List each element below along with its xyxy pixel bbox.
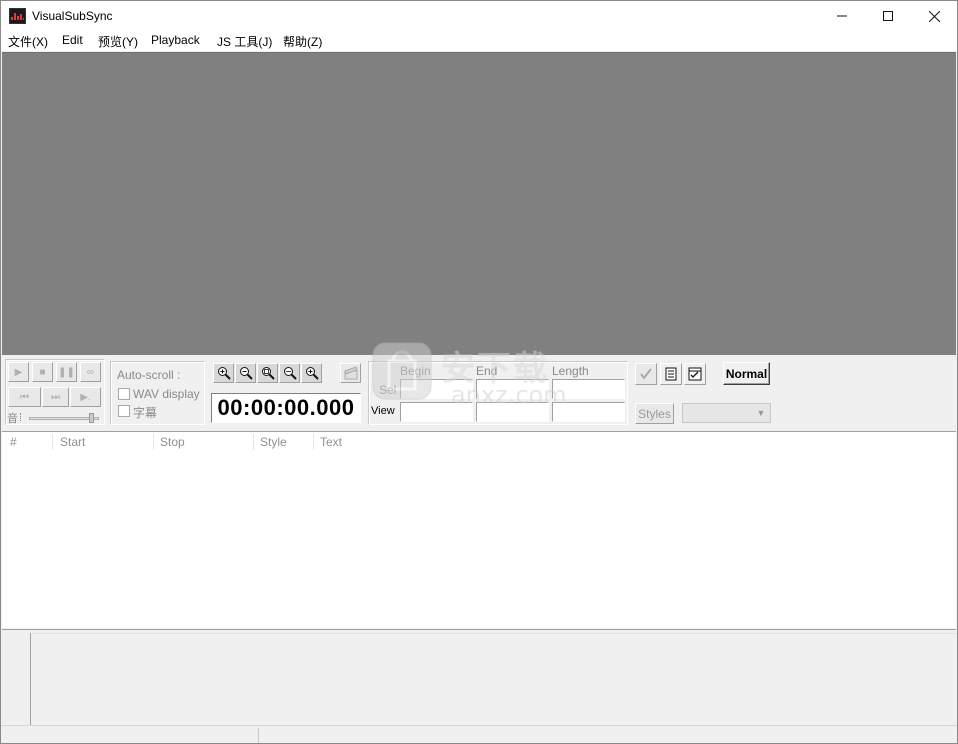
view-end-field (476, 402, 549, 422)
zoom-fit-icon (261, 367, 275, 380)
zoom-in-icon (217, 367, 231, 380)
skip-forward-icon: ⏭ (51, 391, 60, 403)
end-label: End (476, 364, 498, 378)
subtitle-text-editor[interactable] (32, 633, 956, 725)
window-title: VisualSubSync (32, 9, 113, 23)
col-header-stop[interactable]: Stop (160, 435, 185, 449)
zoom-selection-button[interactable] (279, 363, 300, 383)
checklist-icon (688, 367, 702, 381)
subtitle-list-button[interactable] (660, 363, 682, 385)
style-select[interactable]: ▼ (682, 403, 771, 423)
pause-button[interactable]: ❚❚ (56, 362, 77, 382)
sel-end-field (476, 379, 549, 399)
zoom-all-icon (305, 367, 319, 380)
mode-normal-button[interactable]: Normal (723, 362, 770, 385)
col-header-style[interactable]: Style (260, 435, 287, 449)
zoom-out-icon (239, 367, 253, 380)
view-begin-field (400, 402, 473, 422)
status-divider (258, 728, 259, 743)
maximize-icon (883, 11, 893, 21)
view-length-field (552, 402, 625, 422)
menu-help[interactable]: 帮助(Z) (283, 33, 322, 50)
menu-preview[interactable]: 预览(Y) (98, 33, 138, 50)
app-window: VisualSubSync 文件(X) Edit 预览(Y) Playback … (0, 0, 958, 744)
menu-bar: 文件(X) Edit 预览(Y) Playback JS 工具(J) 帮助(Z) (1, 31, 957, 51)
length-label: Length (552, 364, 589, 378)
list-header: # Start Stop Style Text (2, 432, 956, 452)
status-bar (1, 725, 957, 743)
skip-back-icon: ⏮ (20, 391, 29, 403)
play-end-icon: ▶. (80, 391, 91, 403)
sel-label: Sel (379, 383, 397, 397)
col-header-index[interactable]: # (10, 435, 17, 449)
menu-js-tools[interactable]: JS 工具(J) (217, 33, 272, 50)
editor-gutter (2, 633, 31, 725)
control-toolbar: ▶ ■ ❚❚ ∞ ⏮ ⏭ ▶. 音 Auto-scroll : WAV disp… (1, 356, 957, 429)
begin-label: Begin (400, 364, 431, 378)
col-divider[interactable] (313, 434, 314, 450)
subtitle-list[interactable]: # Start Stop Style Text (2, 431, 956, 628)
menu-playback[interactable]: Playback (151, 33, 200, 47)
volume-label: 音 (7, 413, 18, 425)
menu-file[interactable]: 文件(X) (8, 33, 48, 50)
checklist-button[interactable] (684, 363, 706, 385)
next-button[interactable]: ⏭ (42, 387, 69, 407)
clapperboard-icon (343, 366, 358, 380)
zoom-all-button[interactable] (301, 363, 322, 383)
zoom-out-button[interactable] (235, 363, 256, 383)
maximize-button[interactable] (865, 1, 911, 31)
pause-icon: ❚❚ (58, 366, 75, 378)
loop-icon: ∞ (86, 366, 95, 378)
volume-slider-thumb[interactable] (89, 413, 94, 423)
play-icon: ▶ (14, 366, 23, 378)
zoom-selection-icon (283, 367, 297, 380)
sel-begin-field (400, 379, 473, 399)
col-divider[interactable] (52, 434, 53, 450)
zoom-in-button[interactable] (213, 363, 234, 383)
zoom-fit-button[interactable] (257, 363, 278, 383)
minimize-icon (837, 15, 847, 17)
wav-display-checkbox[interactable] (118, 388, 130, 400)
autoscroll-label: Auto-scroll : (117, 368, 181, 382)
subtitle-editor-area (2, 629, 956, 725)
view-label: View (371, 405, 395, 417)
subtitle-label: 字幕 (133, 406, 158, 420)
video-preview-area[interactable] (2, 52, 956, 355)
menu-edit[interactable]: Edit (62, 33, 83, 47)
play-button[interactable]: ▶ (8, 362, 29, 382)
col-header-start[interactable]: Start (60, 435, 85, 449)
col-divider[interactable] (153, 434, 154, 450)
play-to-end-button[interactable]: ▶. (70, 387, 101, 407)
sel-length-field (552, 379, 625, 399)
volume-tick (20, 413, 23, 421)
loop-button[interactable]: ∞ (80, 362, 101, 382)
time-display: 00:00:00.000 (211, 393, 361, 423)
stop-button[interactable]: ■ (32, 362, 53, 382)
stop-icon: ■ (39, 366, 46, 378)
close-icon (928, 10, 940, 22)
previous-button[interactable]: ⏮ (8, 387, 41, 407)
close-button[interactable] (911, 1, 957, 31)
chevron-down-icon: ▼ (756, 408, 766, 418)
wav-display-label: WAV display (133, 387, 200, 401)
document-list-icon (665, 367, 677, 381)
title-bar: VisualSubSync (1, 1, 957, 31)
validate-button[interactable] (635, 363, 657, 385)
col-divider[interactable] (253, 434, 254, 450)
subtitle-checkbox[interactable] (118, 405, 130, 417)
scene-change-button[interactable] (340, 363, 361, 383)
checkmark-icon (640, 368, 652, 380)
styles-button[interactable]: Styles (635, 403, 674, 424)
app-logo-icon (9, 8, 26, 24)
minimize-button[interactable] (819, 1, 865, 31)
col-header-text[interactable]: Text (320, 435, 342, 449)
